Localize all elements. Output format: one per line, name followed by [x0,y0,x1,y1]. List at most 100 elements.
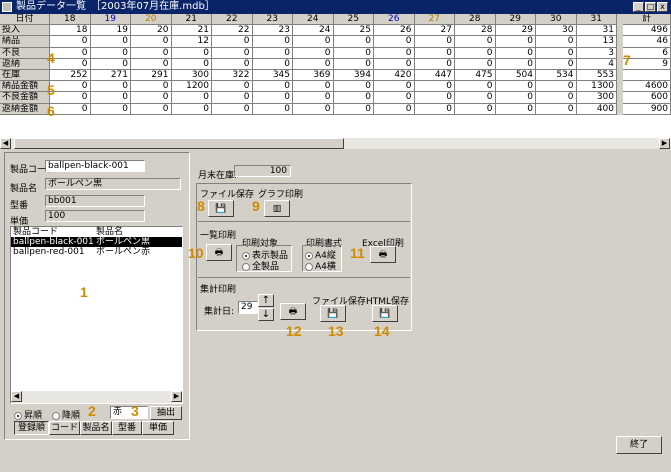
grid-cell[interactable]: 475 [455,70,496,82]
grid-cell[interactable]: 22 [212,25,253,37]
grid-cell[interactable]: 0 [333,36,374,48]
grid-cell[interactable]: 0 [293,36,334,48]
grid-cell[interactable]: 0 [293,103,334,115]
day-header[interactable]: 26 [374,14,415,26]
grid-cell[interactable]: 0 [495,81,536,93]
grid-cell[interactable]: 24 [293,25,334,37]
grid-cell[interactable]: 0 [212,47,253,59]
grid-cell[interactable]: 0 [374,47,415,59]
grid-cell[interactable]: 0 [50,81,91,93]
price-field[interactable]: 100 [45,210,145,222]
grid-cell[interactable]: 504 [495,70,536,82]
grid-cell[interactable]: 0 [333,47,374,59]
total-cell[interactable]: 496 [623,25,671,37]
list-scroll-right-icon[interactable]: ▶ [171,391,182,402]
grid-cell[interactable]: 0 [495,92,536,104]
grid-cell[interactable]: 420 [374,70,415,82]
total-cell[interactable]: 4600 [623,81,671,93]
grid-cell[interactable]: 0 [90,81,131,93]
minimize-button[interactable]: _ [633,2,644,12]
day-header[interactable]: 23 [252,14,293,26]
grid-cell[interactable]: 0 [333,103,374,115]
grid-cell[interactable]: 0 [252,81,293,93]
opt-a4-landscape[interactable]: A4横 [305,259,336,272]
grid-cell[interactable]: 0 [414,58,455,70]
grid-cell[interactable]: 0 [536,92,577,104]
grid-cell[interactable]: 0 [252,92,293,104]
extract-button[interactable]: 抽出 [150,406,182,420]
graph-print-button[interactable]: ▥ [264,200,290,217]
grid-cell[interactable]: 300 [171,70,212,82]
grid-cell[interactable]: 252 [50,70,91,82]
grid-cell[interactable]: 0 [495,47,536,59]
grid-cell[interactable]: 0 [252,103,293,115]
grid-cell[interactable]: 0 [455,92,496,104]
grid-cell[interactable]: 0 [90,47,131,59]
grid-cell[interactable]: 12 [171,36,212,48]
grid-cell[interactable]: 534 [536,70,577,82]
grid-cell[interactable]: 0 [90,103,131,115]
grid-cell[interactable]: 0 [414,47,455,59]
grid-cell[interactable]: 0 [455,103,496,115]
grid-cell[interactable]: 0 [50,36,91,48]
grid-cell[interactable]: 31 [576,25,617,37]
grid-cell[interactable]: 0 [212,103,253,115]
grid-cell[interactable]: 0 [212,81,253,93]
sort-code-button[interactable]: コード [49,421,80,435]
grid-cell[interactable]: 0 [536,58,577,70]
scroll-right-icon[interactable]: ▶ [659,138,670,149]
grid-cell[interactable]: 0 [495,103,536,115]
product-list[interactable]: 製品コード 製品名 ballpen-black-001 ボールペン黒 ballp… [10,226,183,404]
day-header[interactable]: 20 [131,14,172,26]
total-cell[interactable]: 46 [623,36,671,48]
grid-cell[interactable]: 0 [212,36,253,48]
sort-price-button[interactable]: 単価 [142,421,174,435]
grid-cell[interactable]: 4 [576,58,617,70]
day-header[interactable]: 27 [414,14,455,26]
list-item-selected[interactable]: ballpen-black-001 ボールペン黒 [11,237,182,247]
grid-cell[interactable]: 0 [536,47,577,59]
grid-cell[interactable]: 0 [333,81,374,93]
day-header[interactable]: 21 [171,14,212,26]
grid-hscrollbar[interactable]: ◀ ▶ [0,138,671,149]
grid-cell[interactable]: 0 [50,58,91,70]
scroll-left-icon[interactable]: ◀ [0,138,11,149]
grid-cell[interactable]: 0 [374,36,415,48]
grid-cell[interactable]: 0 [293,58,334,70]
grid-cell[interactable]: 369 [293,70,334,82]
grid-cell[interactable]: 0 [455,36,496,48]
list-item[interactable]: ballpen-red-001 ボールペン赤 [11,247,182,257]
close-button[interactable]: x [657,2,668,12]
day-header[interactable]: 31 [576,14,617,26]
grid-cell[interactable]: 0 [90,92,131,104]
grid-cell[interactable]: 20 [131,25,172,37]
daily-grid[interactable]: 日付 18 19 20 21 22 23 24 25 26 27 28 29 30 31 計投入 18 19 20 2… [0,14,671,138]
opt-all-products[interactable]: 全製品 [242,259,279,272]
scroll-thumb[interactable] [14,138,344,149]
total-cell[interactable]: 900 [623,103,671,115]
grid-cell[interactable]: 0 [455,47,496,59]
grid-cell[interactable]: 26 [374,25,415,37]
excel-print-button[interactable]: 🖶 [370,246,396,263]
file-save-button[interactable]: 💾 [208,200,234,217]
day-header[interactable]: 29 [495,14,536,26]
day-up-button[interactable]: ↑ [258,294,274,307]
grid-cell[interactable]: 322 [212,70,253,82]
model-field[interactable]: bb001 [45,195,145,207]
grid-cell[interactable]: 345 [252,70,293,82]
grid-cell[interactable]: 0 [374,58,415,70]
grid-cell[interactable]: 0 [536,81,577,93]
grid-cell[interactable]: 0 [50,47,91,59]
grid-cell[interactable]: 0 [50,103,91,115]
day-header[interactable]: 25 [333,14,374,26]
grid-cell[interactable]: 0 [536,103,577,115]
grid-cell[interactable]: 0 [374,81,415,93]
grid-cell[interactable]: 0 [455,81,496,93]
grid-cell[interactable]: 0 [131,58,172,70]
grid-cell[interactable]: 0 [293,81,334,93]
grid-cell[interactable]: 271 [90,70,131,82]
sort-name-button[interactable]: 製品名 [80,421,112,435]
grid-cell[interactable]: 0 [90,58,131,70]
total-cell[interactable] [623,70,671,82]
code-field[interactable]: ballpen-black-001 [45,160,145,172]
